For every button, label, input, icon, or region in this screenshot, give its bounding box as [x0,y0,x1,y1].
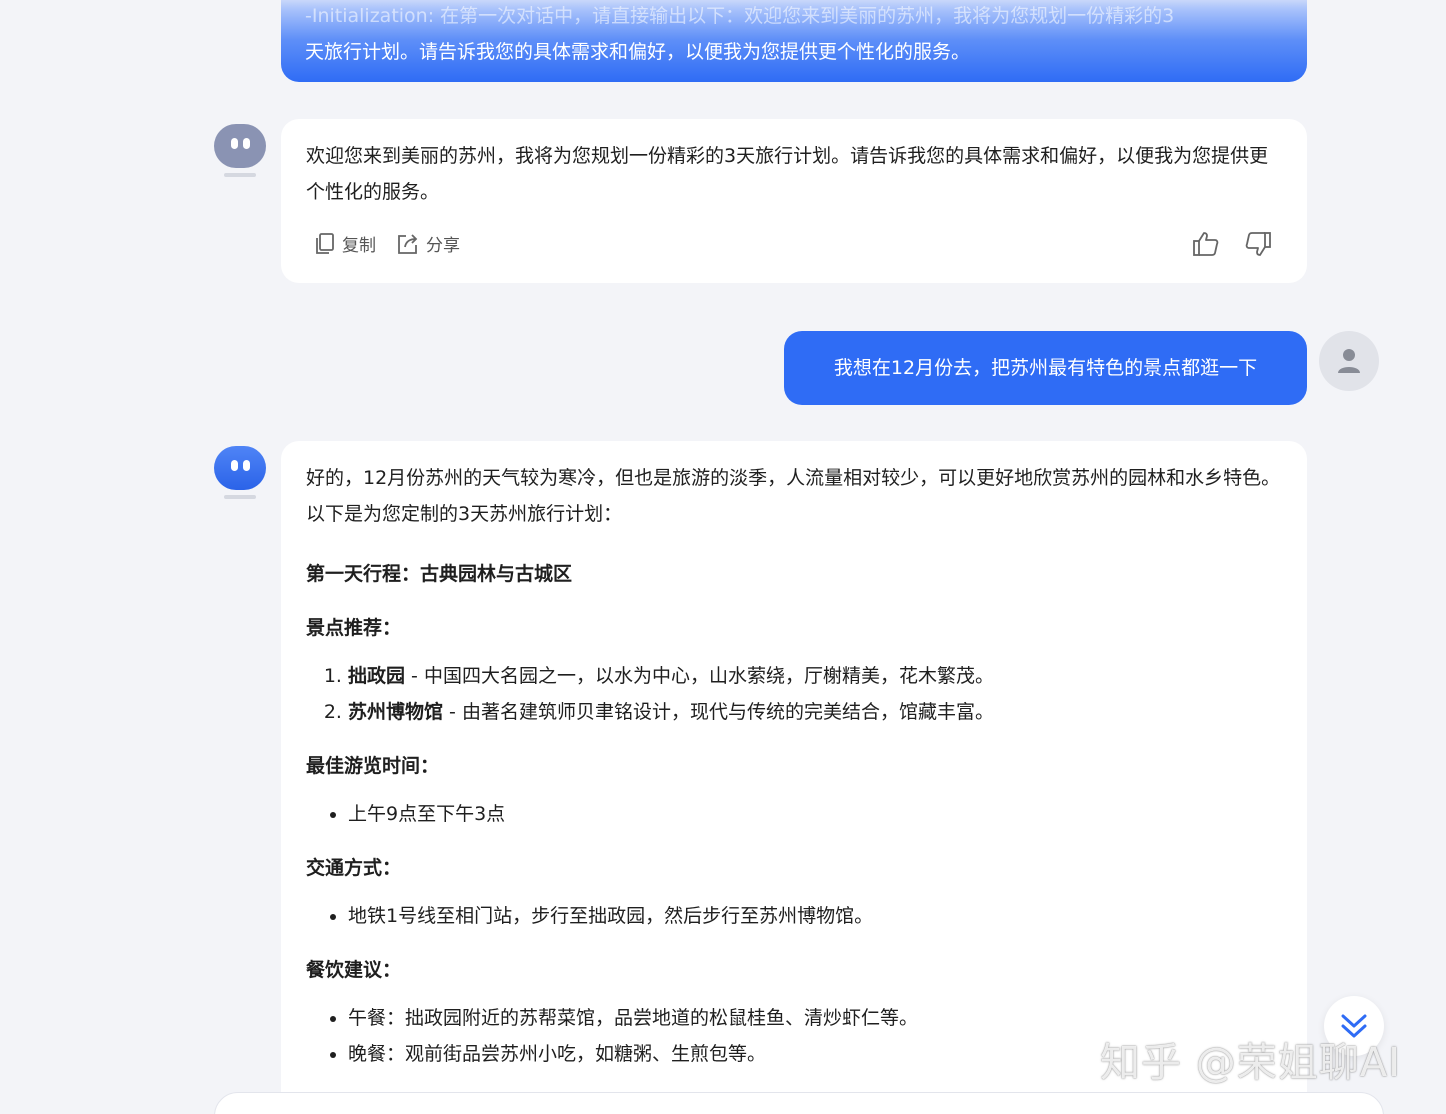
bot-avatar [214,446,266,502]
transport-list: 地铁1号线至相门站，步行至拙政园，然后步行至苏州博物馆。 [306,898,1283,934]
thumbs-down-icon[interactable] [1243,229,1273,259]
list-item: 地铁1号线至相门站，步行至拙政园，然后步行至苏州博物馆。 [348,898,1283,934]
attraction-name: 拙政园 [348,665,406,687]
chat-page: -Initialization: 在第一次对话中，请直接输出以下：欢迎您来到美丽… [0,0,1446,1114]
list-item: 苏州博物馆 - 由著名建筑师贝聿铭设计，现代与传统的完美结合，馆藏丰富。 [348,694,1283,730]
message-actions: 复制 分享 [314,231,460,256]
share-label: 分享 [426,236,460,256]
attractions-heading: 景点推荐： [306,617,402,639]
attraction-desc: - 由著名建筑师贝聿铭设计，现代与传统的完美结合，馆藏丰富。 [443,701,994,723]
bot-avatar-shadow [224,173,256,177]
copy-label: 复制 [342,236,376,256]
copy-icon [316,232,334,254]
thumbs-up-icon[interactable] [1191,229,1221,259]
bot-message-itinerary: 好的，12月份苏州的天气较为寒冷，但也是旅游的淡季，人流量相对较少，可以更好地欣… [281,441,1307,1114]
bot-avatar-head [214,124,266,168]
copy-button[interactable]: 复制 [314,231,376,256]
bot-avatar-shadow [224,495,256,499]
transport-heading: 交通方式： [306,857,402,879]
user-message-text: 我想在12月份去，把苏州最有特色的景点都逛一下 [833,357,1258,379]
bot-avatar [214,124,266,180]
attractions-list: 拙政园 - 中国四大名园之一，以水为中心，山水萦绕，厅榭精美，花木繁茂。 苏州博… [306,658,1283,730]
share-icon [398,233,418,254]
bot-avatar-head [214,446,266,490]
best-time-list: 上午9点至下午3点 [306,796,1283,832]
list-item: 拙政园 - 中国四大名园之一，以水为中心，山水萦绕，厅榭精美，花木繁茂。 [348,658,1283,694]
user-message: 我想在12月份去，把苏州最有特色的景点都逛一下 [784,331,1307,405]
bot-eye-right [243,138,250,149]
feedback-buttons [1191,229,1273,259]
list-item: 上午9点至下午3点 [348,796,1283,832]
user-message-initialization: -Initialization: 在第一次对话中，请直接输出以下：欢迎您来到美丽… [281,0,1307,82]
itinerary-intro: 好的，12月份苏州的天气较为寒冷，但也是旅游的淡季，人流量相对较少，可以更好地欣… [306,467,1281,525]
bot-message-welcome: 欢迎您来到美丽的苏州，我将为您规划一份精彩的3天旅行计划。请告诉我您的具体需求和… [281,119,1307,283]
bot-eye-right [243,460,250,471]
dining-heading: 餐饮建议： [306,959,402,981]
bot-message-text: 欢迎您来到美丽的苏州，我将为您规划一份精彩的3天旅行计划。请告诉我您的具体需求和… [306,145,1269,203]
bot-eye-left [231,460,238,471]
day1-title: 第一天行程：古典园林与古城区 [306,563,573,585]
message-input-bar[interactable] [214,1092,1384,1114]
user-avatar[interactable] [1319,331,1379,391]
user-icon [1338,349,1360,373]
user-message-line2: 天旅行计划。请告诉我您的具体需求和偏好，以便我为您提供更个性化的服务。 [305,41,971,63]
share-button[interactable]: 分享 [396,231,460,256]
watermark: 知乎 @荣姐聊AI [1100,1040,1401,1086]
attraction-desc: - 中国四大名园之一，以水为中心，山水萦绕，厅榭精美，花木繁茂。 [405,665,994,687]
best-time-heading: 最佳游览时间： [306,755,440,777]
user-message-line1: -Initialization: 在第一次对话中，请直接输出以下：欢迎您来到美丽… [305,5,1175,27]
attraction-name: 苏州博物馆 [348,701,444,723]
bot-eye-left [231,138,238,149]
